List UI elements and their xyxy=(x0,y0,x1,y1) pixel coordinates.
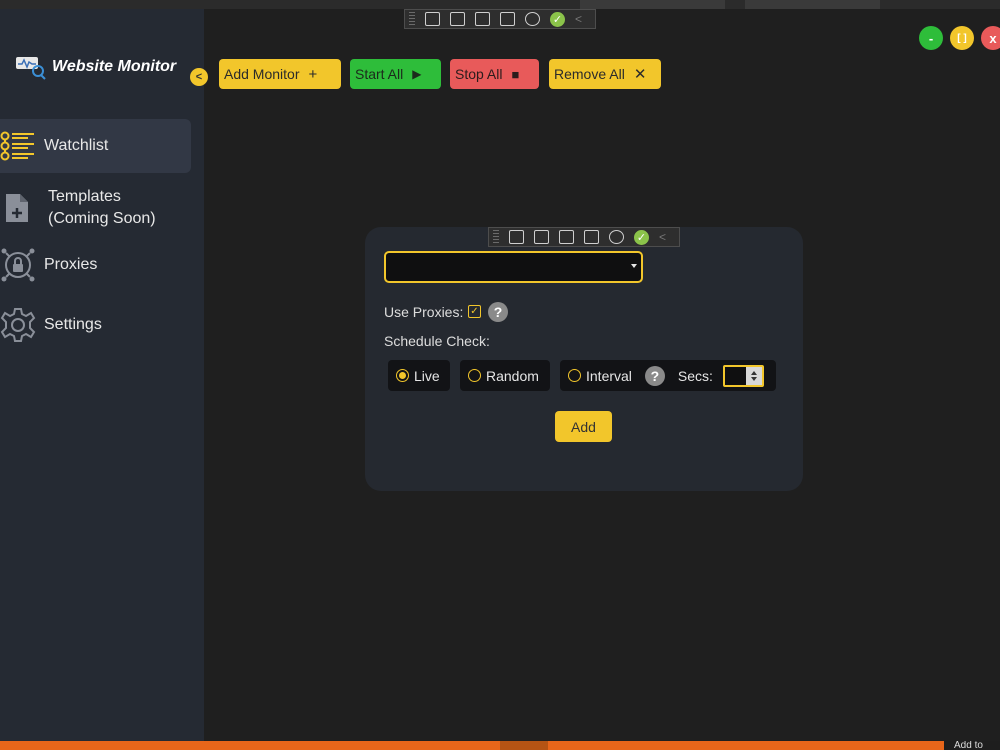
drag-handle-icon[interactable] xyxy=(493,230,499,244)
taskbar-segment xyxy=(500,741,548,750)
sidebar-item-proxies[interactable]: Proxies xyxy=(0,247,191,283)
add-button[interactable]: Add xyxy=(555,411,612,442)
schedule-option-label: Random xyxy=(486,367,539,384)
schedule-option-live[interactable]: Live xyxy=(388,360,450,391)
track-focus-icon[interactable] xyxy=(500,12,515,26)
sidebar-collapse-button[interactable]: < xyxy=(190,68,208,86)
chevron-down-icon xyxy=(631,264,637,268)
display-layout-adorners-icon[interactable] xyxy=(475,12,490,26)
add-file-icon xyxy=(0,190,36,226)
chevron-up-icon xyxy=(750,370,757,375)
help-icon[interactable]: ? xyxy=(644,365,665,386)
start-all-button[interactable]: Start All ▶ xyxy=(350,59,441,89)
chevron-down-icon xyxy=(750,376,757,381)
sidebar-item-sublabel: (Coming Soon) xyxy=(48,210,156,227)
proxy-lock-icon xyxy=(0,247,36,283)
app-logo: Website Monitor xyxy=(14,49,176,85)
check-icon[interactable]: ✓ xyxy=(550,11,565,27)
hot-reload-icon[interactable] xyxy=(525,12,540,26)
maximize-button[interactable]: [ ] xyxy=(950,26,974,50)
sidebar-item-label: Templates xyxy=(48,188,121,205)
chevron-left-icon[interactable]: < xyxy=(659,230,666,244)
select-element-icon[interactable] xyxy=(534,230,549,244)
schedule-option-interval[interactable]: Interval ? Secs: xyxy=(560,360,776,391)
schedule-option-label: Live xyxy=(414,367,440,384)
sidebar-item-label: Watchlist xyxy=(44,137,109,154)
stepper-arrows[interactable] xyxy=(745,366,762,385)
watchlist-icon xyxy=(0,128,36,164)
use-proxies-checkbox[interactable]: ✓ xyxy=(468,305,481,318)
hot-reload-icon[interactable] xyxy=(609,230,624,244)
schedule-check-label: Schedule Check: xyxy=(384,333,490,349)
track-focus-icon[interactable] xyxy=(584,230,599,244)
sidebar-item-label: Settings xyxy=(44,316,102,333)
plus-icon: + xyxy=(308,65,318,83)
radio-icon xyxy=(468,369,481,382)
add-monitor-label: Add Monitor xyxy=(224,66,300,82)
add-monitor-button[interactable]: Add Monitor + xyxy=(219,59,341,89)
schedule-option-label: Interval xyxy=(586,367,632,384)
check-icon[interactable]: ✓ xyxy=(634,229,649,245)
stop-icon: ■ xyxy=(511,66,520,82)
outer-tab-segment xyxy=(580,0,725,9)
chevron-left-icon[interactable]: < xyxy=(575,12,582,26)
play-icon: ▶ xyxy=(412,67,422,81)
close-icon: ✕ xyxy=(633,66,647,83)
secs-label: Secs: xyxy=(677,367,713,384)
outer-top-strip xyxy=(0,0,1000,9)
sidebar: Website Monitor Watchlist Templates (Com… xyxy=(0,9,204,741)
gear-icon xyxy=(0,307,36,343)
sidebar-item-settings[interactable]: Settings xyxy=(0,307,191,343)
live-tree-icon[interactable] xyxy=(425,12,440,26)
outer-tab-segment xyxy=(745,0,880,9)
monitor-logo-icon xyxy=(16,57,46,80)
schedule-option-random[interactable]: Random xyxy=(460,360,550,391)
taskbar-strip: Add to xyxy=(0,741,1000,750)
url-dropdown[interactable] xyxy=(384,251,643,283)
display-layout-adorners-icon[interactable] xyxy=(559,230,574,244)
add-monitor-panel: ✓ < Use Proxies: ✓ ? Schedule Check: Liv… xyxy=(365,227,803,491)
stop-all-button[interactable]: Stop All ■ xyxy=(450,59,539,89)
secs-stepper[interactable] xyxy=(722,364,764,387)
taskbar-right-text: Add to xyxy=(944,741,1000,750)
help-icon[interactable]: ? xyxy=(488,302,508,322)
sidebar-item-watchlist[interactable]: Watchlist xyxy=(0,119,191,173)
minimize-button[interactable]: - xyxy=(919,26,943,50)
start-all-label: Start All xyxy=(355,66,404,82)
close-button[interactable]: x xyxy=(981,26,1000,50)
debug-toolbar: ✓ < xyxy=(488,227,680,247)
sidebar-item-templates[interactable]: Templates (Coming Soon) xyxy=(0,185,191,231)
sidebar-item-text: Templates (Coming Soon) xyxy=(48,186,156,230)
app-title: Website Monitor xyxy=(52,58,177,75)
remove-all-button[interactable]: Remove All ✕ xyxy=(549,59,661,89)
live-tree-icon[interactable] xyxy=(509,230,524,244)
radio-icon xyxy=(568,369,581,382)
use-proxies-label: Use Proxies: xyxy=(384,304,464,320)
stop-all-label: Stop All xyxy=(455,66,503,82)
sidebar-item-label: Proxies xyxy=(44,256,98,273)
app-window: Website Monitor Watchlist Templates (Com… xyxy=(0,9,1000,741)
debug-toolbar: ✓ < xyxy=(404,9,596,29)
remove-all-label: Remove All xyxy=(554,66,625,82)
radio-selected-icon xyxy=(396,369,409,382)
select-element-icon[interactable] xyxy=(450,12,465,26)
drag-handle-icon[interactable] xyxy=(409,12,415,26)
